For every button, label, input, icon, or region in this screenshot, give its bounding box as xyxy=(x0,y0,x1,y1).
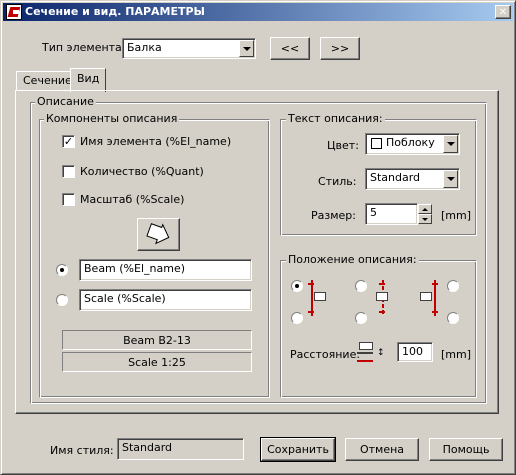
style-name-label: Имя стиля: xyxy=(50,444,114,457)
chevron-down-icon[interactable] xyxy=(239,40,254,57)
components-group-label: Компоненты описания xyxy=(44,112,180,125)
chevron-down-icon[interactable] xyxy=(443,135,458,153)
position-radio-right-bottom[interactable] xyxy=(447,312,459,324)
tab-view[interactable]: Вид xyxy=(70,68,107,92)
distance-input[interactable]: 100 xyxy=(397,342,433,362)
position-left-icon xyxy=(308,280,334,316)
insert-arrow-icon xyxy=(145,222,169,244)
checkbox-quantity[interactable] xyxy=(62,165,75,178)
close-icon: ✕ xyxy=(498,6,508,18)
checkbox-quantity-label: Количество (%Quant) xyxy=(80,165,204,178)
checkbox-scale-label: Масштаб (%Scale) xyxy=(80,193,185,206)
prev-button[interactable]: << xyxy=(270,37,310,60)
distance-unit: [mm] xyxy=(441,348,472,361)
style-label: Стиль: xyxy=(318,175,357,188)
save-button[interactable]: Сохранить xyxy=(260,437,336,462)
size-spinner[interactable] xyxy=(418,204,432,224)
checkbox-scale[interactable] xyxy=(62,193,75,206)
position-radio-left-bottom[interactable] xyxy=(291,312,303,324)
element-type-label: Тип элемента: xyxy=(42,41,126,54)
window-title: Сечение и вид. ПАРАМЕТРЫ xyxy=(25,5,205,18)
color-value: Поблоку xyxy=(386,136,435,149)
color-swatch-icon xyxy=(371,138,382,149)
preview-line1: Beam B2-13 xyxy=(62,330,252,350)
distance-label: Расстояние: xyxy=(290,348,361,361)
color-label: Цвет: xyxy=(327,139,359,152)
insert-components-button[interactable] xyxy=(137,218,180,251)
checkbox-element-name[interactable]: ✓ xyxy=(62,135,75,148)
line2-input[interactable]: Scale (%Scale) xyxy=(79,289,252,311)
element-type-select[interactable]: Балка xyxy=(122,38,256,59)
color-select[interactable]: Поблоку xyxy=(365,133,460,155)
checkbox-element-name-label: Имя элемента (%El_name) xyxy=(80,135,232,148)
radio-line1[interactable] xyxy=(56,264,68,276)
position-radio-left-top[interactable] xyxy=(291,280,303,292)
help-button[interactable]: Помощь xyxy=(429,438,503,461)
chevron-down-icon[interactable] xyxy=(443,170,458,188)
size-input[interactable]: 5 xyxy=(365,203,418,225)
position-radio-center-bottom[interactable] xyxy=(355,312,367,324)
cancel-button[interactable]: Отмена xyxy=(345,438,419,461)
spin-down-icon[interactable] xyxy=(418,214,432,224)
position-group-label: Положение описания: xyxy=(286,253,419,266)
title-bar[interactable]: Сечение и вид. ПАРАМЕТРЫ ✕ xyxy=(3,3,513,21)
next-button[interactable]: >> xyxy=(320,37,360,60)
position-radio-right-top[interactable] xyxy=(447,280,459,292)
line1-input[interactable]: Beam (%El_name) xyxy=(79,259,252,281)
style-select[interactable]: Standard xyxy=(365,168,460,190)
size-label: Размер: xyxy=(311,209,356,222)
style-value: Standard xyxy=(370,171,421,184)
position-center-icon xyxy=(370,280,396,316)
text-description-group-label: Текст описания: xyxy=(286,112,385,125)
radio-line2[interactable] xyxy=(56,294,68,306)
app-icon xyxy=(6,4,22,20)
position-right-icon xyxy=(414,280,440,316)
style-name-field: Standard xyxy=(117,438,244,460)
size-unit: [mm] xyxy=(441,209,472,222)
element-type-value: Балка xyxy=(127,41,162,54)
distance-icon: ↕ xyxy=(357,340,389,364)
position-radio-center-top[interactable] xyxy=(355,280,367,292)
close-button[interactable]: ✕ xyxy=(495,5,511,19)
preview-line2: Scale 1:25 xyxy=(62,352,252,372)
description-group-label: Описание xyxy=(35,95,96,108)
spin-up-icon[interactable] xyxy=(418,204,432,214)
